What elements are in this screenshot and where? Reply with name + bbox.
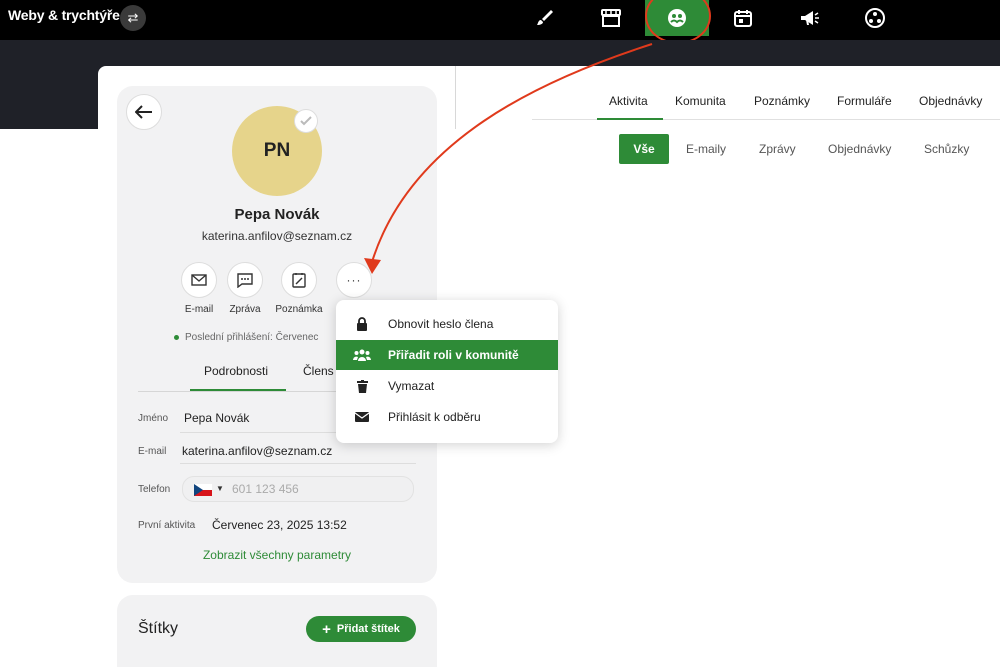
arrow-left-icon: [135, 105, 152, 119]
name-value[interactable]: Pepa Novák: [184, 411, 249, 425]
phone-label: Telefon: [138, 484, 171, 495]
nav-calendar[interactable]: [729, 4, 757, 32]
lock-icon: [357, 317, 367, 331]
menu-label-assign-role: Přiřadit roli v komunitě: [388, 348, 519, 362]
megaphone-icon: [801, 11, 819, 25]
menu-item-delete[interactable]: Vymazat: [336, 371, 558, 401]
phone-placeholder: 601 123 456: [232, 482, 299, 496]
envelope-icon: [191, 274, 207, 286]
tab-membership[interactable]: Člens: [303, 364, 334, 378]
first-activity-value: Červenec 23, 2025 13:52: [212, 518, 347, 532]
brush-icon: [537, 10, 553, 25]
trash-icon: [356, 379, 368, 393]
more-icon: ···: [346, 273, 362, 287]
check-icon: [300, 116, 312, 126]
note-icon: [292, 273, 306, 288]
calendar-icon: [734, 10, 752, 27]
note-action-label: Poznámka: [275, 304, 323, 315]
nav-network[interactable]: [861, 4, 889, 32]
menu-label-reset-password: Obnovit heslo člena: [388, 317, 494, 331]
active-right-tab-indicator: [597, 118, 663, 120]
tab-orders[interactable]: Objednávky: [919, 94, 982, 108]
menu-item-assign-role[interactable]: Přiřadit roli v komunitě: [336, 340, 558, 370]
filter-orders[interactable]: Objednávky: [828, 142, 891, 156]
country-dropdown-icon[interactable]: ▼: [216, 484, 224, 493]
show-all-parameters-link[interactable]: Zobrazit všechny parametry: [117, 548, 437, 562]
verified-badge: [294, 109, 318, 133]
network-icon: [865, 8, 885, 28]
email-label: E-mail: [138, 446, 167, 457]
swap-icon: ⇄: [127, 10, 139, 25]
nav-marketing[interactable]: [795, 4, 823, 32]
message-action-button[interactable]: [227, 262, 263, 298]
users-icon: [353, 349, 371, 361]
menu-label-subscribe: Přihlásit k odběru: [388, 410, 481, 424]
store-icon: [601, 9, 621, 27]
filter-meetings[interactable]: Schůzky: [924, 142, 969, 156]
chat-icon: [237, 272, 253, 288]
add-tag-button[interactable]: + Přidat štítek: [306, 616, 416, 642]
filter-all[interactable]: Vše: [619, 134, 669, 164]
tab-forms[interactable]: Formuláře: [837, 94, 892, 108]
active-tab-indicator: [190, 389, 286, 391]
tab-notes[interactable]: Poznámky: [754, 94, 810, 108]
tab-activity[interactable]: Aktivita: [609, 94, 648, 108]
first-activity-label: První aktivita: [138, 520, 196, 531]
plus-icon: +: [322, 620, 331, 638]
switch-workspace-button[interactable]: ⇄: [120, 5, 146, 31]
email-action-button[interactable]: [181, 262, 217, 298]
email-value[interactable]: katerina.anfilov@seznam.cz: [182, 444, 332, 458]
filter-messages[interactable]: Zprávy: [759, 142, 796, 156]
menu-item-reset-password[interactable]: Obnovit heslo člena: [336, 309, 558, 339]
online-dot: [174, 334, 179, 340]
add-tag-label: Přidat štítek: [336, 623, 400, 635]
member-email: katerina.anfilov@seznam.cz: [201, 229, 353, 243]
tab-community[interactable]: Komunita: [675, 94, 726, 108]
member-name: Pepa Novák: [234, 206, 320, 223]
top-bar: [0, 0, 1000, 40]
tags-title: Štítky: [138, 620, 179, 637]
message-action-label: Zpráva: [229, 304, 261, 315]
nav-store[interactable]: [597, 4, 625, 32]
envelope-icon: [355, 412, 369, 422]
menu-item-subscribe[interactable]: Přihlásit k odběru: [336, 402, 558, 432]
nav-design[interactable]: [531, 4, 559, 32]
last-login: Poslední přihlášení: Červenec: [174, 332, 318, 343]
tab-details[interactable]: Podrobnosti: [204, 364, 268, 378]
czech-flag-icon[interactable]: [194, 484, 212, 496]
name-label: Jméno: [138, 413, 169, 424]
filter-emails[interactable]: E-maily: [686, 142, 726, 156]
panel-divider: [455, 66, 456, 129]
note-action-button[interactable]: [281, 262, 317, 298]
menu-label-delete: Vymazat: [388, 379, 435, 393]
brand-title: Weby & trychtýře: [8, 7, 120, 23]
back-button[interactable]: [126, 94, 162, 130]
last-login-text: Poslední přihlášení: Červenec: [185, 332, 319, 343]
more-actions-button[interactable]: ···: [336, 262, 372, 298]
email-field-line: [180, 463, 416, 464]
